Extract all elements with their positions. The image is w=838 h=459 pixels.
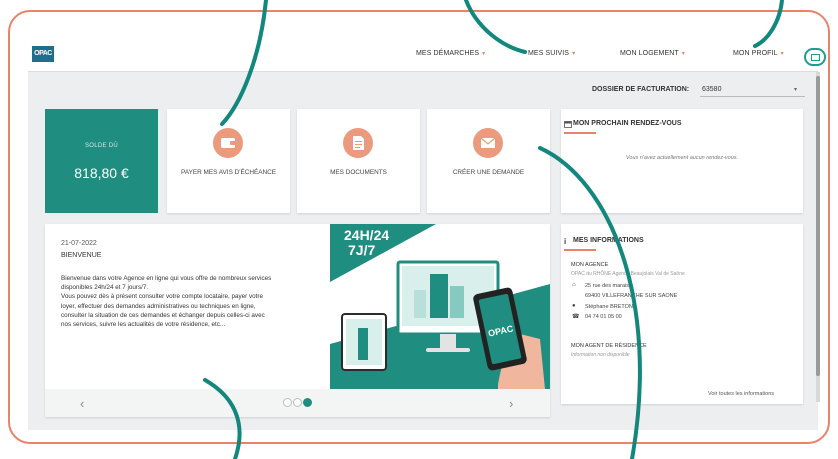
chevron-down-icon[interactable]: ▾: [794, 86, 797, 93]
phone-icon: ☎: [572, 314, 580, 320]
home-icon: ⌂: [572, 282, 576, 288]
pay-label: PAYER MES AVIS D'ÉCHÉANCE: [181, 169, 276, 176]
chevron-down-icon: ▾: [482, 51, 486, 57]
address-line: 25 rue des marais: [585, 283, 630, 289]
nav-mon-profil[interactable]: MON PROFIL ▾: [733, 50, 784, 57]
solde-label: SOLDE DÛ: [84, 143, 119, 149]
chevron-left-icon[interactable]: ‹: [80, 396, 84, 411]
news-body: Bienvenue dans votre Agence en ligne qui…: [61, 274, 323, 329]
envelope-icon: [811, 54, 820, 61]
appointment-accent: [564, 132, 596, 134]
news-body-line: nos services, suivre les actualités de v…: [61, 320, 226, 328]
news-body-line: Bienvenue dans votre Agence en ligne qui…: [61, 275, 272, 282]
news-title: BIENVENUE: [61, 252, 102, 259]
news-body-line: consulter la situation de ces demandes e…: [61, 311, 265, 319]
news-body-line: Vous pouvez dès à présent consulter votr…: [61, 293, 263, 301]
brand-logo[interactable]: OPAC: [32, 46, 54, 62]
banner-line: 7J/7: [348, 242, 376, 259]
calendar-icon: [564, 121, 572, 128]
dossier-underline: [700, 96, 805, 97]
scrollbar-thumb[interactable]: [816, 76, 820, 376]
dossier-label: DOSSIER DE FACTURATION:: [592, 86, 690, 93]
chevron-down-icon: ▾: [780, 51, 784, 57]
solde-tile[interactable]: SOLDE DÛ 818,80 €: [45, 109, 158, 213]
contact-phone: 04 74 01 05 00: [585, 314, 622, 320]
screenshot-stage: OPAC MES DÉMARCHES ▾ MES SUIVIS ▾ MON LOGE…: [0, 0, 838, 459]
appointment-title: MON PROCHAIN RENDEZ-VOUS: [573, 120, 682, 127]
agency-label: MON AGENCE: [571, 262, 609, 268]
news-date: 21-07-2022: [61, 240, 97, 247]
solde-value: 818,80 €: [74, 165, 129, 181]
nav-mon-logement[interactable]: MON LOGEMENT ▾: [620, 50, 685, 57]
carousel-dot[interactable]: [283, 398, 292, 407]
residence-label: MON AGENT DE RÉSIDENCE: [571, 343, 647, 349]
agency-name: OPAC du RHÔNE Agence Beaujolais Val de S…: [571, 271, 685, 277]
carousel-dot-active[interactable]: [303, 398, 312, 407]
create-request-tile[interactable]: CRÉER UNE DEMANDE: [427, 109, 550, 213]
info-icon: i: [564, 237, 567, 246]
document-icon: [343, 128, 373, 158]
top-navigation-bar: OPAC MES DÉMARCHES ▾ MES SUIVIS ▾ MON LOGE…: [28, 40, 826, 72]
all-information-link[interactable]: Voir toutes les informations: [708, 391, 774, 397]
news-body-line: loyer, effectuer des demandes administra…: [61, 302, 256, 310]
information-accent: [564, 249, 596, 251]
documents-label: MES DOCUMENTS: [330, 169, 387, 176]
envelope-icon: [473, 128, 503, 158]
create-request-label: CRÉER UNE DEMANDE: [452, 169, 525, 176]
chevron-down-icon: ▾: [681, 51, 685, 57]
nav-mes-suivis[interactable]: MES SUIVIS ▾: [528, 50, 575, 57]
pay-tile[interactable]: PAYER MES AVIS D'ÉCHÉANCE: [167, 109, 290, 213]
appointment-empty-text: Vous n'avez actuellement aucun rendez-vo…: [625, 155, 739, 161]
carousel-dot[interactable]: [293, 398, 302, 407]
information-title: MES INFORMATIONS: [573, 237, 644, 244]
chevron-down-icon: ▾: [572, 51, 576, 57]
dossier-select[interactable]: 63580: [702, 86, 721, 93]
contact-name: Stéphane BRETON: [585, 304, 633, 310]
chevron-right-icon[interactable]: ›: [509, 396, 513, 411]
banner-line: 24H/24: [344, 227, 390, 243]
messages-button[interactable]: [804, 48, 826, 66]
documents-tile[interactable]: MES DOCUMENTS: [297, 109, 420, 213]
user-icon: ●: [572, 303, 576, 309]
address-line: 69400 VILLEFRANCHE SUR SAONE: [585, 293, 678, 299]
residence-value: Information non disponible: [571, 352, 630, 358]
news-body-line: disponibles 24h/24 et 7 jours/7.: [61, 284, 149, 292]
banner-text: 24H/24 7J/7: [344, 227, 390, 259]
nav-mes-demarches[interactable]: MES DÉMARCHES ▾: [416, 50, 485, 57]
wallet-icon: [213, 128, 243, 158]
